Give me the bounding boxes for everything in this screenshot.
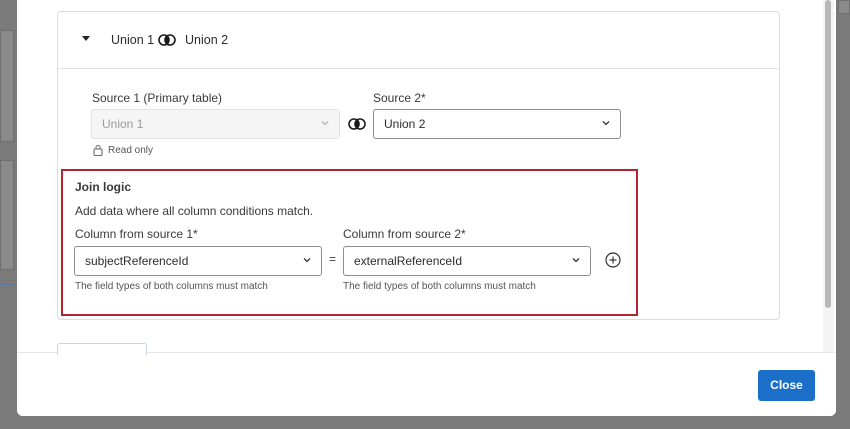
background-panel <box>0 30 14 142</box>
column2-value: externalReferenceId <box>354 254 463 268</box>
header-source1-name: Union 1 <box>111 33 155 47</box>
join-logic-description: Add data where all column conditions mat… <box>75 204 314 218</box>
join-card-header[interactable]: Union 1 Union 2 <box>58 12 779 69</box>
source2-value: Union 2 <box>384 117 426 131</box>
source1-label: Source 1 (Primary table) <box>92 91 223 105</box>
readonly-text: Read only <box>108 145 154 156</box>
chevron-down-icon <box>303 258 311 263</box>
partial-button[interactable] <box>57 343 147 355</box>
background-panel <box>0 160 14 270</box>
chevron-down-icon <box>321 121 329 126</box>
chevron-down-icon <box>602 121 610 126</box>
close-button[interactable]: Close <box>758 370 815 401</box>
join-logic-highlight <box>61 169 638 316</box>
source2-select[interactable]: Union 2 <box>373 109 621 139</box>
column2-help: The field types of both columns must mat… <box>343 281 536 292</box>
join-circles-icon <box>348 118 366 130</box>
scrollbar-thumb[interactable] <box>825 0 831 308</box>
column1-value: subjectReferenceId <box>85 254 189 268</box>
background-panel <box>838 0 850 14</box>
plus-circle-icon[interactable] <box>605 252 621 268</box>
lock-icon <box>93 145 103 156</box>
join-logic-title: Join logic <box>75 180 132 194</box>
column2-select[interactable]: externalReferenceId <box>343 246 591 276</box>
chevron-down-icon <box>572 258 580 263</box>
equals-sign: = <box>329 252 337 266</box>
source1-value: Union 1 <box>102 117 144 131</box>
join-circles-icon <box>158 34 176 46</box>
column1-help: The field types of both columns must mat… <box>75 281 268 292</box>
dialog-footer: Close <box>17 343 836 416</box>
column1-label: Column from source 1* <box>75 227 198 241</box>
source2-label: Source 2* <box>373 91 426 105</box>
header-source2-name: Union 2 <box>185 33 229 47</box>
source1-select: Union 1 <box>91 109 340 139</box>
column1-select[interactable]: subjectReferenceId <box>74 246 322 276</box>
column2-label: Column from source 2* <box>343 227 466 241</box>
caret-down-icon[interactable] <box>82 36 90 41</box>
background-divider <box>0 284 14 285</box>
